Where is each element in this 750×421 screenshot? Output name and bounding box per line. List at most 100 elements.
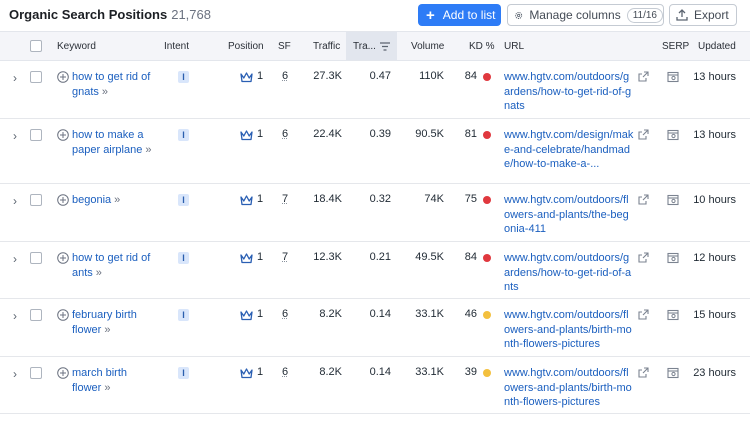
volume-value: 33.1K <box>415 366 444 378</box>
column-traffic[interactable]: Traffic <box>313 41 340 52</box>
row-checkbox[interactable] <box>30 194 42 206</box>
add-to-list-button[interactable]: + Add to list <box>418 4 501 26</box>
column-traffic-share[interactable]: Tra... <box>353 41 376 52</box>
column-intent[interactable]: Intent <box>164 41 189 52</box>
keyword-text[interactable]: begonia <box>72 194 111 206</box>
table-row[interactable]: › how to make a paper airplane» I 1 6 22… <box>0 119 750 184</box>
manage-columns-button[interactable]: Manage columns 11/16 <box>507 4 664 26</box>
external-link-icon[interactable] <box>638 309 649 320</box>
column-sf[interactable]: SF <box>278 41 291 52</box>
row-checkbox[interactable] <box>30 71 42 83</box>
external-link-icon[interactable] <box>638 71 649 82</box>
keyword-details-chevron-icon[interactable]: » <box>114 194 120 206</box>
url-link[interactable]: www.hgtv.com/outdoors/gardens/how-to-get… <box>504 70 634 114</box>
table-row[interactable]: › how to get rid of gnats» I 1 6 27.3K 0… <box>0 61 750 119</box>
table-header: Keyword Intent Position SF Traffic Tra..… <box>0 31 750 61</box>
table-row[interactable]: › begonia» I 1 7 18.4K 0.32 74K 75 www.h… <box>0 184 750 242</box>
position-value: 1 <box>257 366 264 378</box>
serp-features-count[interactable]: 6 <box>282 308 288 320</box>
add-to-list-label: Add to list <box>442 8 496 22</box>
crown-icon <box>240 72 253 83</box>
kd-value: 81 <box>464 128 477 140</box>
kd-difficulty-dot <box>483 131 491 139</box>
url-link[interactable]: www.hgtv.com/outdoors/flowers-and-plants… <box>504 193 634 237</box>
serp-features-count[interactable]: 6 <box>282 366 288 378</box>
add-keyword-plus-icon[interactable] <box>57 71 69 83</box>
keyword-details-chevron-icon[interactable]: » <box>104 324 110 336</box>
keyword-text[interactable]: march birth flower <box>72 367 127 394</box>
serp-snapshot-icon[interactable] <box>667 367 679 379</box>
serp-features-count[interactable]: 7 <box>282 193 288 205</box>
column-position[interactable]: Position <box>228 41 264 52</box>
keyword-details-chevron-icon[interactable]: » <box>104 382 110 394</box>
intent-badge: I <box>178 309 189 321</box>
external-link-icon[interactable] <box>638 367 649 378</box>
column-kd[interactable]: KD % <box>469 41 495 52</box>
intent-badge: I <box>178 252 189 264</box>
position-value: 1 <box>257 70 264 82</box>
keyword-text[interactable]: how to get rid of ants <box>72 252 150 279</box>
keyword-details-chevron-icon[interactable]: » <box>145 144 151 156</box>
serp-snapshot-icon[interactable] <box>667 194 679 206</box>
column-volume[interactable]: Volume <box>411 41 444 52</box>
select-all-checkbox[interactable] <box>30 40 42 52</box>
keyword-details-chevron-icon[interactable]: » <box>96 267 102 279</box>
row-checkbox[interactable] <box>30 367 42 379</box>
keyword-link[interactable]: how to get rid of gnats» <box>72 70 157 100</box>
export-label: Export <box>694 8 729 22</box>
expand-row-chevron-icon[interactable]: › <box>13 309 17 323</box>
table-row[interactable]: › march birth flower» I 1 6 8.2K 0.14 33… <box>0 357 750 414</box>
url-link[interactable]: www.hgtv.com/outdoors/flowers-and-plants… <box>504 366 634 410</box>
serp-features-count[interactable]: 6 <box>282 70 288 82</box>
expand-row-chevron-icon[interactable]: › <box>13 129 17 143</box>
keyword-details-chevron-icon[interactable]: » <box>102 86 108 98</box>
expand-row-chevron-icon[interactable]: › <box>13 367 17 381</box>
row-checkbox[interactable] <box>30 129 42 141</box>
keyword-link[interactable]: how to get rid of ants» <box>72 251 157 281</box>
add-keyword-plus-icon[interactable] <box>57 367 69 379</box>
keyword-text[interactable]: how to make a paper airplane <box>72 129 144 156</box>
expand-row-chevron-icon[interactable]: › <box>13 71 17 85</box>
sort-desc-icon[interactable] <box>380 42 390 51</box>
volume-value: 110K <box>419 70 444 82</box>
plus-icon: + <box>426 6 435 24</box>
serp-snapshot-icon[interactable] <box>667 309 679 321</box>
table-row[interactable]: › how to get rid of ants» I 1 7 12.3K 0.… <box>0 242 750 299</box>
column-serp[interactable]: SERP <box>662 41 689 52</box>
keyword-link[interactable]: february birth flower» <box>72 308 157 338</box>
traffic-value: 8.2K <box>319 308 342 320</box>
serp-features-count[interactable]: 6 <box>282 128 288 140</box>
traffic-value: 8.2K <box>319 366 342 378</box>
serp-snapshot-icon[interactable] <box>667 252 679 264</box>
url-link[interactable]: www.hgtv.com/design/make-and-celebrate/h… <box>504 128 634 172</box>
export-button[interactable]: Export <box>669 4 737 26</box>
column-keyword[interactable]: Keyword <box>57 41 96 52</box>
updated-value: 15 hours <box>693 309 736 321</box>
serp-snapshot-icon[interactable] <box>667 129 679 141</box>
serp-features-count[interactable]: 7 <box>282 251 288 263</box>
row-checkbox[interactable] <box>30 309 42 321</box>
volume-value: 49.5K <box>415 251 444 263</box>
add-keyword-plus-icon[interactable] <box>57 129 69 141</box>
add-keyword-plus-icon[interactable] <box>57 309 69 321</box>
page-title: Organic Search Positions 21,768 <box>9 7 211 22</box>
url-link[interactable]: www.hgtv.com/outdoors/flowers-and-plants… <box>504 308 634 352</box>
keyword-link[interactable]: march birth flower» <box>72 366 157 396</box>
keyword-text[interactable]: how to get rid of gnats <box>72 71 150 98</box>
keyword-link[interactable]: how to make a paper airplane» <box>72 128 157 158</box>
add-keyword-plus-icon[interactable] <box>57 252 69 264</box>
position-value: 1 <box>257 251 264 263</box>
external-link-icon[interactable] <box>638 252 649 263</box>
url-link[interactable]: www.hgtv.com/outdoors/gardens/how-to-get… <box>504 251 634 295</box>
row-checkbox[interactable] <box>30 252 42 264</box>
table-row[interactable]: › february birth flower» I 1 6 8.2K 0.14… <box>0 299 750 357</box>
expand-row-chevron-icon[interactable]: › <box>13 194 17 208</box>
serp-snapshot-icon[interactable] <box>667 71 679 83</box>
keyword-link[interactable]: begonia» <box>72 193 157 208</box>
column-url[interactable]: URL <box>504 41 524 52</box>
expand-row-chevron-icon[interactable]: › <box>13 252 17 266</box>
add-keyword-plus-icon[interactable] <box>57 194 69 206</box>
external-link-icon[interactable] <box>638 194 649 205</box>
column-updated[interactable]: Updated <box>698 41 736 52</box>
external-link-icon[interactable] <box>638 129 649 140</box>
